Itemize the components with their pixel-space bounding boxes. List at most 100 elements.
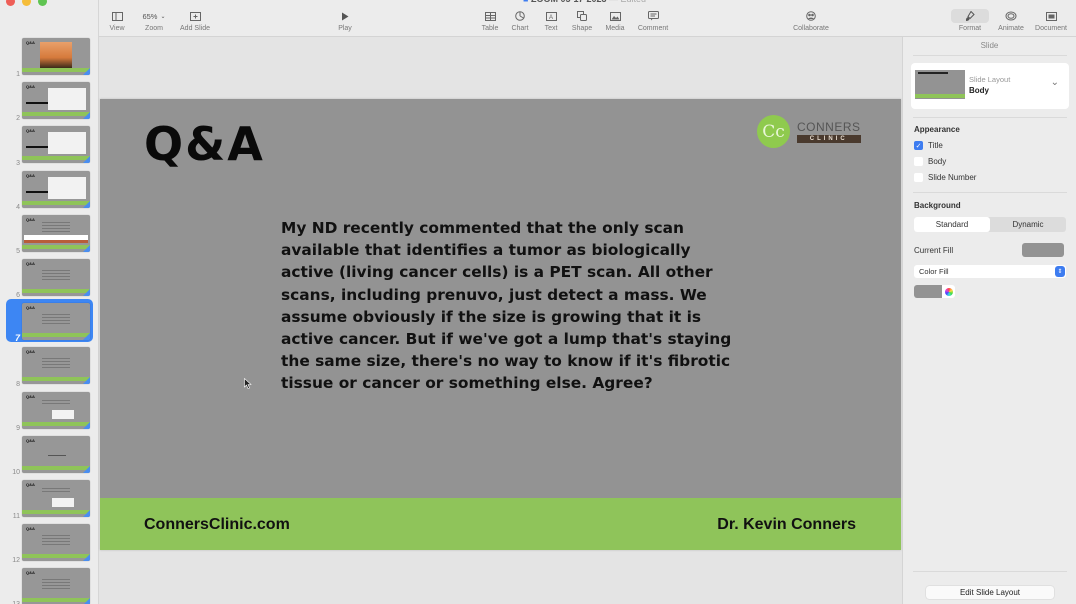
- slide-thumbnail-10[interactable]: Q&A 10: [0, 435, 99, 480]
- table-icon: [484, 9, 496, 23]
- slide-number: 6: [16, 292, 20, 300]
- appearance-heading: Appearance: [914, 125, 960, 134]
- mouse-cursor-icon: [244, 377, 252, 395]
- svg-text:A: A: [549, 15, 553, 21]
- thumbnail-arrow: [26, 102, 48, 105]
- conners-clinic-logo[interactable]: Cc CONNERS CLINIC: [757, 115, 861, 148]
- format-button[interactable]: Format: [947, 9, 993, 32]
- color-wheel-icon: [944, 287, 953, 296]
- window-controls: [6, 0, 47, 6]
- add-slide-button[interactable]: Add Slide: [172, 9, 218, 32]
- thumbnail-image: [48, 88, 86, 111]
- comment-icon: [647, 9, 659, 23]
- slide-number: 3: [16, 159, 20, 167]
- slide-thumbnail-list: Q&A 1 Q&A 2 Q&A 3 Q&A 4 Q&A 5 Q&A 6 Q&A 7 Q&A 8 Q&A 9 Q&A 1…: [0, 38, 99, 604]
- minimize-window-button[interactable]: [22, 0, 31, 6]
- document-button[interactable]: Document: [1028, 9, 1074, 32]
- zoom-dropdown[interactable]: 65% ⌄ Zoom: [131, 9, 177, 33]
- background-dynamic-tab[interactable]: Dynamic: [990, 217, 1066, 232]
- layout-thumbnail: [915, 70, 965, 99]
- slide-thumbnail-2[interactable]: Q&A 2: [0, 82, 99, 126]
- zoom-window-button[interactable]: [38, 0, 47, 6]
- slide-thumbnail-7[interactable]: Q&A 7: [0, 299, 99, 347]
- format-inspector: Slide Slide Layout Body ⌄ Appearance ✓ T…: [902, 37, 1076, 604]
- collaborate-icon: [805, 9, 817, 23]
- footer-website[interactable]: ConnersClinic.com: [144, 516, 290, 534]
- thumbnail-title: Q&A: [26, 305, 35, 311]
- chevron-down-icon: ⌄: [1050, 77, 1059, 88]
- color-wheel-button[interactable]: [942, 285, 955, 298]
- body-checkbox-row[interactable]: Body: [914, 157, 946, 166]
- footer-presenter-name[interactable]: Dr. Kevin Conners: [717, 516, 856, 534]
- fill-type-select[interactable]: Color Fill ⇕: [914, 265, 1066, 278]
- slide-number: 9: [16, 424, 20, 432]
- fill-color-well[interactable]: [914, 285, 942, 298]
- sidebar-icon: [111, 9, 123, 23]
- slide-thumbnail-preview: Q&A: [22, 568, 90, 604]
- thumbnail-title: Q&A: [26, 260, 35, 266]
- thumbnail-text: [42, 314, 70, 327]
- slide-title[interactable]: Q&A: [144, 117, 265, 171]
- slide-thumbnail-5[interactable]: Q&A 5: [0, 214, 99, 259]
- slide-thumbnail-preview: Q&A: [22, 82, 90, 120]
- slide-number: 1: [16, 71, 20, 79]
- slide-thumbnail-preview: Q&A: [22, 435, 90, 473]
- slide-thumbnail-12[interactable]: Q&A 12: [0, 524, 99, 568]
- slide-number: 7: [14, 333, 20, 344]
- slide-thumbnail-preview: Q&A: [22, 38, 90, 75]
- slide-thumbnail-3[interactable]: Q&A 3: [0, 126, 99, 170]
- current-slide[interactable]: Q&A Cc CONNERS CLINIC My ND recently com…: [100, 99, 901, 550]
- slide-number-checkbox-row[interactable]: Slide Number: [914, 173, 976, 182]
- chevron-down-icon: ⌄: [160, 13, 166, 20]
- current-fill-label: Current Fill: [914, 246, 954, 255]
- text-box-icon: A: [545, 9, 557, 23]
- current-fill-swatch[interactable]: [1022, 243, 1064, 257]
- divider: [913, 117, 1067, 118]
- paintbrush-icon: [951, 9, 989, 23]
- thumbnail-title: Q&A: [26, 216, 35, 222]
- document-title: ■ ZOOM 05-17-2023 — Edited: [523, 0, 646, 4]
- slide-thumbnail-preview: Q&A: [22, 391, 90, 429]
- slide-navigator: Q&A 1 Q&A 2 Q&A 3 Q&A 4 Q&A 5 Q&A 6 Q&A 7 Q&A 8 Q&A 9 Q&A 1…: [0, 0, 99, 604]
- keynote-window: Q&A 1 Q&A 2 Q&A 3 Q&A 4 Q&A 5 Q&A 6 Q&A 7 Q&A 8 Q&A 9 Q&A 1…: [0, 0, 1076, 604]
- thumbnail-arrow: [26, 190, 48, 193]
- thumbnail-text: [42, 269, 70, 282]
- slide-body-text[interactable]: My ND recently commented that the only s…: [281, 217, 741, 395]
- close-window-button[interactable]: [6, 0, 15, 6]
- slide-thumbnail-11[interactable]: Q&A 11: [0, 479, 99, 524]
- thumbnail-title: Q&A: [26, 526, 35, 532]
- chart-icon: [515, 9, 525, 23]
- play-button[interactable]: Play: [322, 9, 368, 32]
- slide-thumbnail-13[interactable]: Q&A13: [0, 568, 99, 604]
- slide-layout-selector[interactable]: Slide Layout Body ⌄: [911, 63, 1069, 109]
- slide-thumbnail-preview: Q&A: [22, 258, 90, 296]
- title-checkbox-row[interactable]: ✓ Title: [914, 141, 943, 150]
- title-checkbox[interactable]: ✓: [914, 141, 923, 150]
- slide-thumbnail-1[interactable]: Q&A 1: [0, 38, 99, 82]
- edit-slide-layout-button[interactable]: Edit Slide Layout: [926, 586, 1054, 599]
- divider: [913, 571, 1067, 572]
- slide-canvas[interactable]: Q&A Cc CONNERS CLINIC My ND recently com…: [99, 37, 902, 604]
- divider: [913, 55, 1067, 56]
- document-icon: ■: [523, 0, 528, 4]
- slide-thumbnail-6[interactable]: Q&A 6: [0, 258, 99, 303]
- thumbnail-title: Q&A: [26, 172, 35, 178]
- add-slide-icon: [189, 9, 201, 23]
- background-standard-tab[interactable]: Standard: [914, 217, 990, 232]
- slide-layout-value: Body: [969, 86, 989, 95]
- comment-button[interactable]: Comment: [630, 9, 676, 32]
- slide-thumbnail-9[interactable]: Q&A 9: [0, 391, 99, 436]
- slide-thumbnail-8[interactable]: Q&A 8: [0, 347, 99, 391]
- thumbnail-image: [40, 42, 72, 68]
- body-checkbox[interactable]: [914, 157, 923, 166]
- inspector-tab-slide[interactable]: Slide: [903, 41, 1076, 50]
- slide-number-checkbox[interactable]: [914, 173, 923, 182]
- slide-thumbnail-preview: Q&A: [22, 303, 90, 341]
- slide-thumbnail-4[interactable]: Q&A 4: [0, 170, 99, 215]
- thumbnail-image: [48, 132, 86, 155]
- thumbnail-title: Q&A: [26, 570, 35, 576]
- select-arrows-icon: ⇕: [1055, 266, 1065, 277]
- thumbnail-text: [42, 358, 70, 371]
- collaborate-button[interactable]: Collaborate: [788, 9, 834, 32]
- slide-number: 12: [12, 557, 20, 565]
